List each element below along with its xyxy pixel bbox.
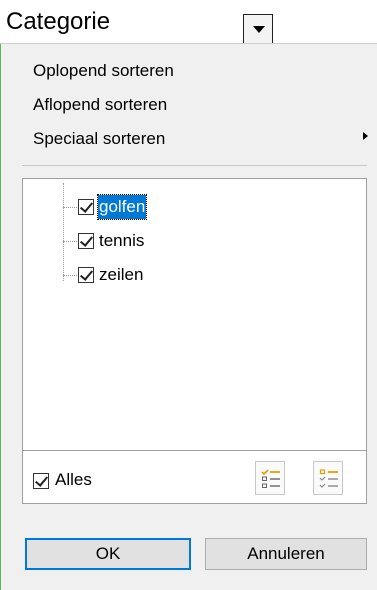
tree-connector bbox=[63, 183, 64, 281]
list-item-label[interactable]: golfen bbox=[96, 194, 148, 220]
menu-separator bbox=[22, 165, 367, 166]
select-all-label[interactable]: Alles bbox=[55, 468, 92, 492]
item-checkbox[interactable] bbox=[78, 267, 94, 283]
list-item-label[interactable]: zeilen bbox=[98, 263, 144, 287]
unselect-button[interactable] bbox=[313, 461, 343, 495]
item-checkbox[interactable] bbox=[78, 233, 94, 249]
check-list-icon bbox=[261, 469, 280, 488]
menu-sort-descending[interactable]: Aflopend sorteren bbox=[33, 94, 167, 116]
menu-custom-sort[interactable]: Speciaal sorteren bbox=[33, 128, 165, 150]
cancel-button[interactable]: Annuleren bbox=[205, 538, 367, 570]
uncheck-list-icon bbox=[319, 469, 338, 488]
header-cell: Categorie bbox=[0, 0, 377, 44]
select-all-button[interactable] bbox=[255, 461, 285, 495]
submenu-arrow-icon bbox=[363, 132, 368, 140]
ok-button[interactable]: OK bbox=[25, 538, 191, 570]
list-footer: Alles bbox=[22, 451, 367, 504]
list-item-label[interactable]: tennis bbox=[98, 229, 145, 253]
column-header-title: Categorie bbox=[6, 8, 111, 35]
menu-sort-ascending[interactable]: Oplopend sorteren bbox=[33, 60, 174, 82]
item-checkbox[interactable] bbox=[78, 199, 94, 215]
header-cell-empty bbox=[274, 0, 377, 44]
select-all-checkbox[interactable] bbox=[33, 473, 49, 489]
autofilter-dropdown-button[interactable] bbox=[243, 14, 273, 44]
value-list[interactable]: golfen tennis zeilen bbox=[22, 178, 367, 451]
